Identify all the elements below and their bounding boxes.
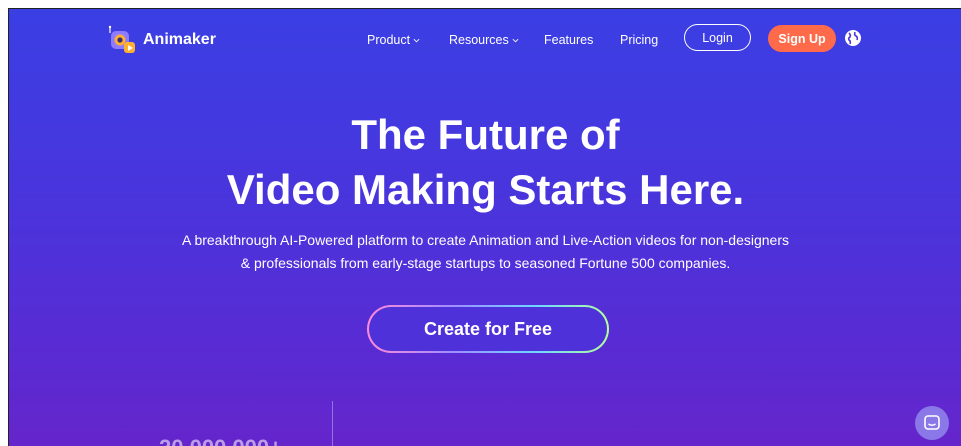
page-frame: Animaker Product Resources Features Pric…	[8, 8, 961, 446]
hero-title-line-1: The Future of	[351, 111, 620, 158]
chat-launcher-button[interactable]	[915, 406, 949, 440]
hero-title-line-2: Video Making Starts Here.	[226, 166, 745, 213]
signup-button[interactable]: Sign Up	[768, 25, 836, 52]
nav-item-label: Resources	[449, 33, 509, 47]
cta-label: Create for Free	[369, 307, 607, 351]
hero-subtitle-line-1: A breakthrough AI-Powered platform to cr…	[181, 232, 789, 248]
stat-value: 20,000,000+	[159, 435, 282, 446]
globe-icon[interactable]	[844, 29, 862, 47]
stats-divider	[332, 401, 333, 446]
nav-item-label: Pricing	[620, 33, 659, 47]
chat-icon	[924, 415, 940, 430]
chevron-down-icon	[512, 38, 519, 42]
nav-item-pricing[interactable]: Pricing	[620, 33, 658, 47]
nav-item-label: Features	[544, 33, 594, 47]
nav-item-features[interactable]: Features	[544, 33, 593, 47]
nav-item-resources[interactable]: Resources	[449, 33, 519, 47]
chevron-down-icon	[413, 38, 420, 42]
create-for-free-button[interactable]: Create for Free	[367, 305, 609, 353]
nav-item-product[interactable]: Product	[367, 33, 420, 47]
nav-item-label: Product	[367, 33, 411, 47]
login-button[interactable]: Login	[684, 24, 751, 51]
hero-subtitle-line-2: & professionals from early-stage startup…	[240, 255, 731, 271]
